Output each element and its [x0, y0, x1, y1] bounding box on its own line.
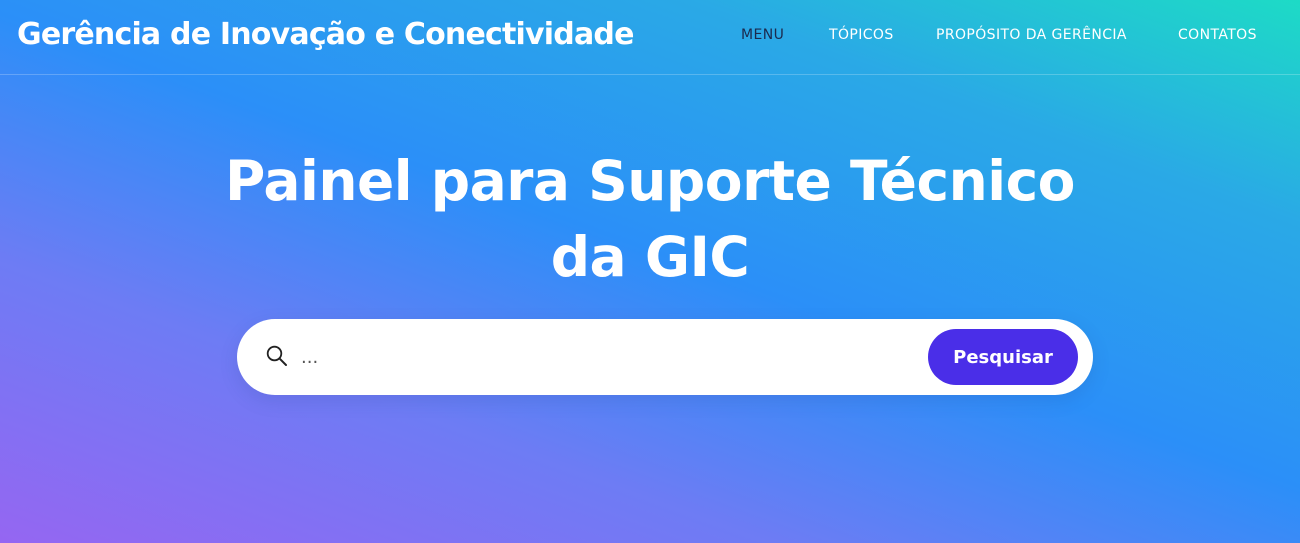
search-bar: Pesquisar [237, 319, 1093, 395]
page-title-line-1: Painel para Suporte Técnico [225, 149, 1075, 213]
nav-item-contatos[interactable]: CONTATOS [1178, 27, 1257, 43]
nav-item-proposito[interactable]: PROPÓSITO DA GERÊNCIA [936, 27, 1127, 43]
top-navbar: Gerência de Inovação e Conectividade MEN… [0, 0, 1300, 75]
site-title[interactable]: Gerência de Inovação e Conectividade [17, 17, 634, 52]
page-title: Painel para Suporte Técnico da GIC [0, 143, 1300, 295]
search-input[interactable] [301, 337, 901, 377]
search-button[interactable]: Pesquisar [928, 329, 1078, 385]
nav-item-menu[interactable]: MENU [741, 27, 784, 43]
search-icon [266, 345, 288, 367]
nav-item-topicos[interactable]: TÓPICOS [829, 27, 894, 43]
page-title-line-2: da GIC [550, 225, 750, 289]
